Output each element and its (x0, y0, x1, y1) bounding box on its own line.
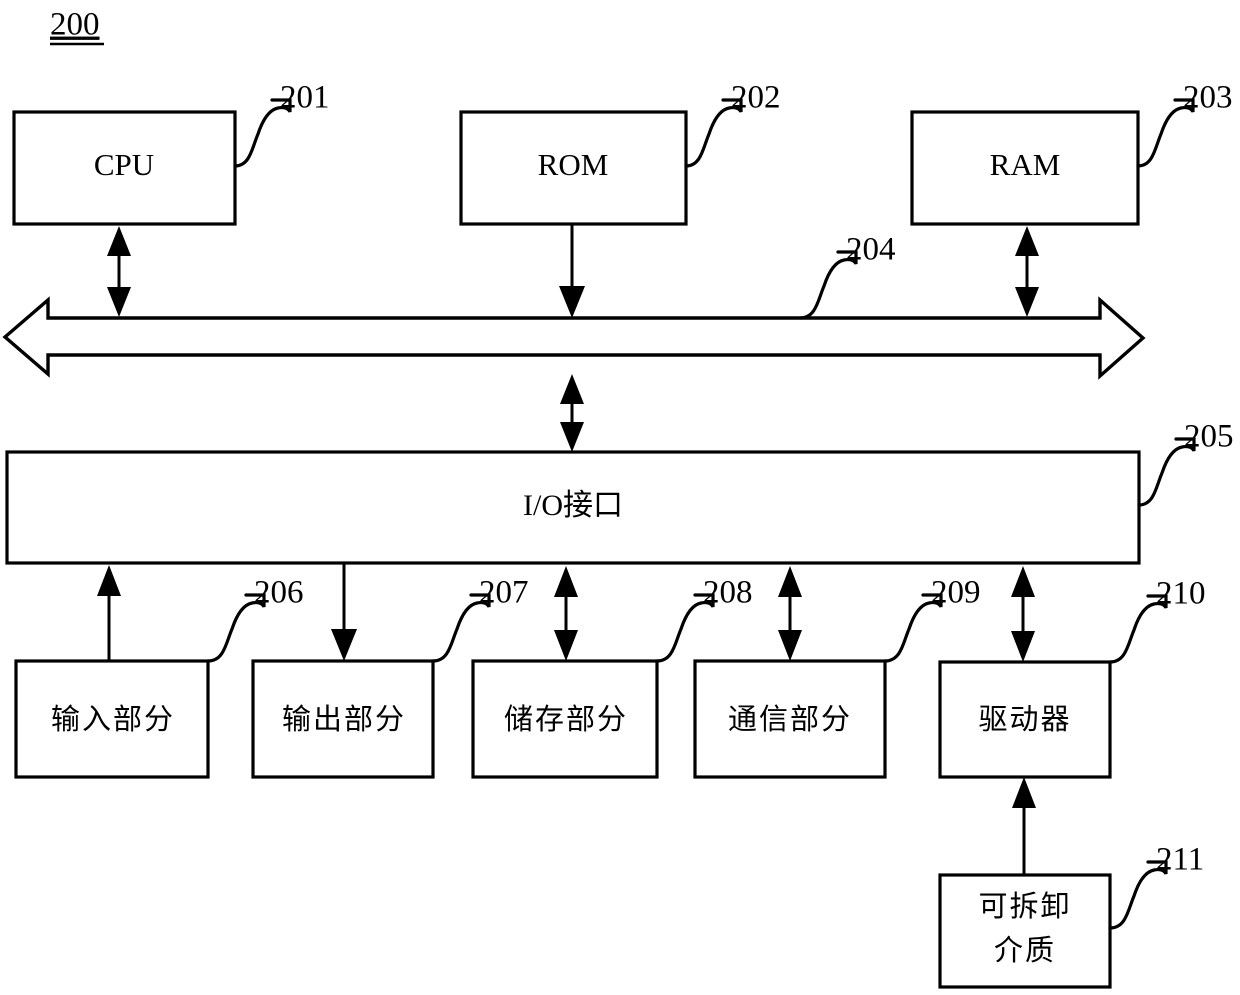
block-io-interface-label: I/O接口 (523, 489, 623, 522)
block-ram-label: RAM (990, 147, 1061, 182)
ref-number-210: 210 (1156, 576, 1206, 612)
ref-number-202: 202 (731, 80, 781, 116)
connector-bus-io (560, 374, 584, 452)
block-driver-label: 驱动器 (978, 702, 1071, 736)
ref-number-207: 207 (479, 575, 529, 611)
figure-number: 200 (50, 7, 100, 43)
block-diagram-svg: 200 CPU 201 ROM 202 RAM 203 204 I/O接口 20… (2, 7, 1234, 989)
ref-number-209: 209 (931, 575, 981, 611)
connector-cpu-bus (107, 226, 131, 317)
connector-removable-media-driver (1012, 777, 1036, 875)
connector-input-io (97, 565, 121, 661)
ref-number-201: 201 (280, 80, 330, 116)
ref-number-203: 203 (1183, 80, 1233, 116)
ref-number-208: 208 (703, 575, 753, 611)
connector-rom-bus (559, 225, 585, 318)
connector-ram-bus (1015, 226, 1039, 317)
connector-io-communication (778, 566, 802, 661)
block-communication-label: 通信部分 (728, 702, 852, 736)
ref-number-205: 205 (1184, 419, 1234, 455)
connector-io-driver (1011, 566, 1035, 662)
connector-io-output (331, 563, 357, 661)
block-cpu-label: CPU (94, 147, 154, 182)
ref-number-206: 206 (254, 575, 304, 611)
block-rom-label: ROM (538, 147, 609, 182)
block-removable-media-label-line1: 可拆卸 (978, 889, 1071, 923)
block-output-label: 输出部分 (282, 702, 406, 736)
block-storage-label: 储存部分 (504, 702, 628, 736)
connector-io-storage (554, 566, 578, 661)
block-input-label: 输入部分 (51, 702, 175, 736)
figure-canvas: 200 CPU 201 ROM 202 RAM 203 204 I/O接口 20… (0, 0, 1240, 995)
ref-number-204: 204 (846, 232, 896, 268)
block-removable-media-label-line2: 介质 (994, 933, 1056, 967)
ref-number-211: 211 (1156, 842, 1204, 878)
